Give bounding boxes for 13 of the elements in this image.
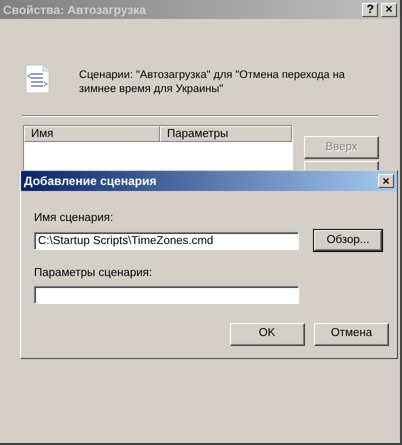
window-title: Свойства: Автозагрузка (3, 2, 146, 18)
field-label: Имя сценария: (34, 211, 114, 226)
browse-button[interactable]: Обзор... (314, 230, 382, 252)
help-button[interactable]: ? (362, 2, 378, 16)
header-text: Сценарии: "Автозагрузка" для "Отмена перехода на зимнее время для Украины" (79, 68, 346, 96)
cancel-button[interactable]: Отмена (314, 322, 389, 346)
close-button[interactable]: × (381, 2, 397, 16)
input-field[interactable]: C:\Startup Scripts\TimeZones.cmd (34, 232, 299, 250)
column-header[interactable]: Параметры (160, 126, 292, 142)
field-label: Параметры сценария: (34, 266, 154, 282)
ok-button[interactable]: OK (230, 322, 304, 346)
close-button[interactable]: × (378, 174, 394, 188)
column-header[interactable]: Имя (24, 126, 160, 142)
